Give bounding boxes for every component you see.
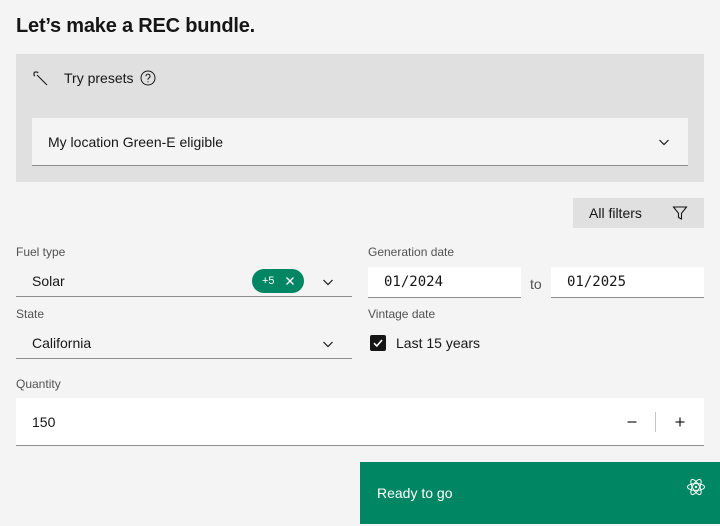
presets-header: Try presets bbox=[32, 70, 156, 86]
fuel-type-label: Fuel type bbox=[16, 245, 66, 259]
magic-wand-icon bbox=[33, 71, 48, 86]
vintage-checkbox-row[interactable]: Last 15 years bbox=[370, 335, 480, 351]
page-title: Let’s make a REC bundle. bbox=[16, 15, 255, 37]
fuel-extra-tag[interactable]: +5 bbox=[252, 269, 304, 293]
all-filters-button[interactable]: All filters bbox=[573, 198, 704, 228]
chevron-down-icon bbox=[659, 139, 669, 146]
increment-button[interactable] bbox=[656, 398, 704, 445]
fuel-type-value: Solar bbox=[32, 273, 65, 289]
presets-panel: Try presets My location Green-E eligible bbox=[16, 54, 704, 182]
vintage-date-label: Vintage date bbox=[368, 307, 436, 321]
rec-bundle-page: Let’s make a REC bundle. Try presets My … bbox=[0, 0, 720, 526]
presets-label: Try presets bbox=[64, 70, 134, 86]
close-icon[interactable] bbox=[284, 275, 296, 287]
atom-icon bbox=[687, 478, 705, 496]
generation-date-to[interactable]: 01/2025 bbox=[551, 267, 704, 298]
all-filters-label: All filters bbox=[589, 205, 642, 221]
chevron-down-icon bbox=[323, 341, 333, 348]
ready-to-go-label: Ready to go bbox=[377, 485, 453, 501]
minus-icon bbox=[627, 420, 637, 423]
quantity-label: Quantity bbox=[16, 377, 61, 391]
filter-icon bbox=[672, 206, 688, 220]
generation-date-from[interactable]: 01/2024 bbox=[368, 267, 521, 298]
plus-icon bbox=[675, 417, 685, 426]
fuel-type-dropdown[interactable]: Solar +5 bbox=[16, 266, 352, 297]
state-dropdown[interactable]: California bbox=[16, 328, 352, 359]
fuel-extra-count: +5 bbox=[262, 275, 275, 287]
state-value: California bbox=[32, 335, 92, 351]
vintage-option-label: Last 15 years bbox=[396, 335, 481, 351]
generation-date-label: Generation date bbox=[368, 245, 455, 259]
chevron-down-icon bbox=[323, 279, 333, 286]
ready-to-go-button[interactable]: Ready to go bbox=[360, 462, 720, 524]
checkmark-icon bbox=[373, 339, 383, 348]
preset-dropdown[interactable]: My location Green-E eligible bbox=[32, 118, 688, 166]
quantity-stepper bbox=[16, 398, 704, 446]
vintage-checkbox[interactable] bbox=[370, 335, 386, 351]
help-icon[interactable] bbox=[140, 70, 156, 86]
state-label: State bbox=[16, 307, 45, 321]
date-range-to-label: to bbox=[530, 276, 542, 292]
quantity-input[interactable] bbox=[32, 398, 592, 445]
preset-selected-value: My location Green-E eligible bbox=[48, 133, 224, 150]
decrement-button[interactable] bbox=[608, 398, 656, 445]
